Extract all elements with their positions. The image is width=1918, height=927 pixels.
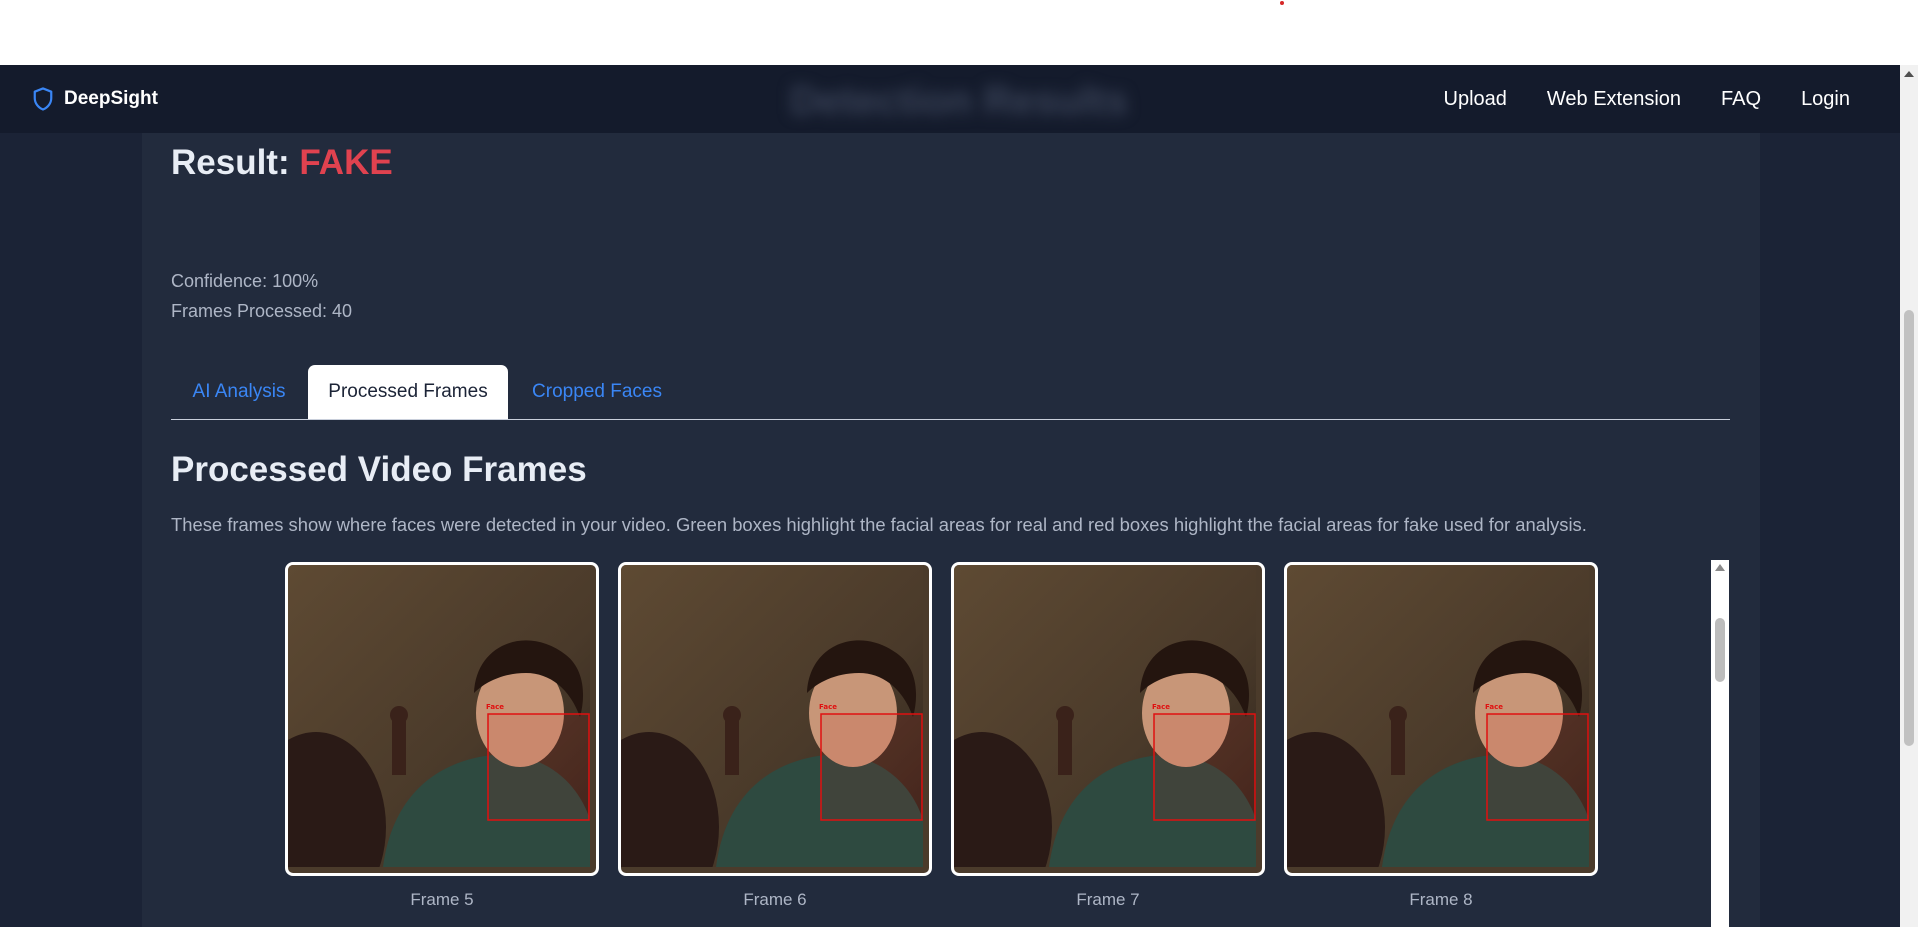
arrow-up-icon[interactable] [1715,564,1725,571]
page-scroll-up-icon[interactable] [1904,71,1914,77]
frame-label: Frame 8 [1409,890,1473,909]
page-scrollbar[interactable] [1900,65,1918,927]
frames-processed-text: Frames Processed: 40 [171,301,353,321]
video-frame-picture [288,565,590,867]
frame-label: Frame 5 [410,890,474,909]
results-card: Result: FAKE Confidence: 100% Frames Pro… [142,133,1760,927]
nav-link-web-extension[interactable]: Web Extension [1547,88,1681,111]
brand-name: DeepSight [64,88,158,109]
frame-image: Face [951,562,1265,876]
frame-card: Face Frame 8 [1284,562,1598,910]
frame-card: Face Frame 5 [285,562,599,910]
video-frame-picture [621,565,923,867]
nav-link-upload[interactable]: Upload [1444,88,1507,111]
frame-card: Face Frame 7 [951,562,1265,910]
tab-processed-frames[interactable]: Processed Frames [308,365,508,419]
frame-image: Face [1284,562,1598,876]
face-box-label: Face [819,703,837,711]
nav-link-login[interactable]: Login [1801,88,1850,111]
blurred-page-heading: Detection Results [790,79,1128,123]
tab-ai-analysis[interactable]: AI Analysis [171,365,307,418]
frame-image: Face [285,562,599,876]
face-box-label: Face [1152,703,1170,711]
frame-card: Face Frame 6 [618,562,932,910]
confidence-text: Confidence: 100% [171,271,319,291]
result-verdict: FAKE [299,143,393,182]
brand-link[interactable]: DeepSight [32,65,158,133]
result-label: Result: [171,143,290,182]
navbar: DeepSight Detection Results Upload Web E… [0,65,1900,133]
frame-image: Face [618,562,932,876]
face-box-label: Face [486,703,504,711]
page-scroll-thumb[interactable] [1904,310,1914,746]
browser-top-strip [0,0,1918,65]
video-frame-picture [1287,565,1589,867]
gallery-scrollbar[interactable] [1711,560,1729,927]
section-title: Processed Video Frames [171,450,587,489]
result-heading: Result: FAKE [171,143,393,183]
video-frame-picture [954,565,1256,867]
indicator-dot [1280,1,1284,5]
gallery-scroll-thumb[interactable] [1715,618,1725,682]
result-tabs: AI Analysis Processed Frames Cropped Fac… [171,365,1730,420]
shield-icon [33,87,53,111]
frame-label: Frame 6 [743,890,807,909]
tab-cropped-faces[interactable]: Cropped Faces [508,365,686,418]
face-box-label: Face [1485,703,1503,711]
app: DeepSight Detection Results Upload Web E… [0,65,1900,927]
frames-gallery[interactable]: FaceFrame 1FaceFrame 2FaceFrame 3FaceFra… [171,560,1729,927]
section-description: These frames show where faces were detec… [171,514,1587,535]
nav-links: Upload Web Extension FAQ Login [1404,65,1851,133]
frame-label: Frame 7 [1076,890,1140,909]
nav-link-faq[interactable]: FAQ [1721,88,1761,111]
